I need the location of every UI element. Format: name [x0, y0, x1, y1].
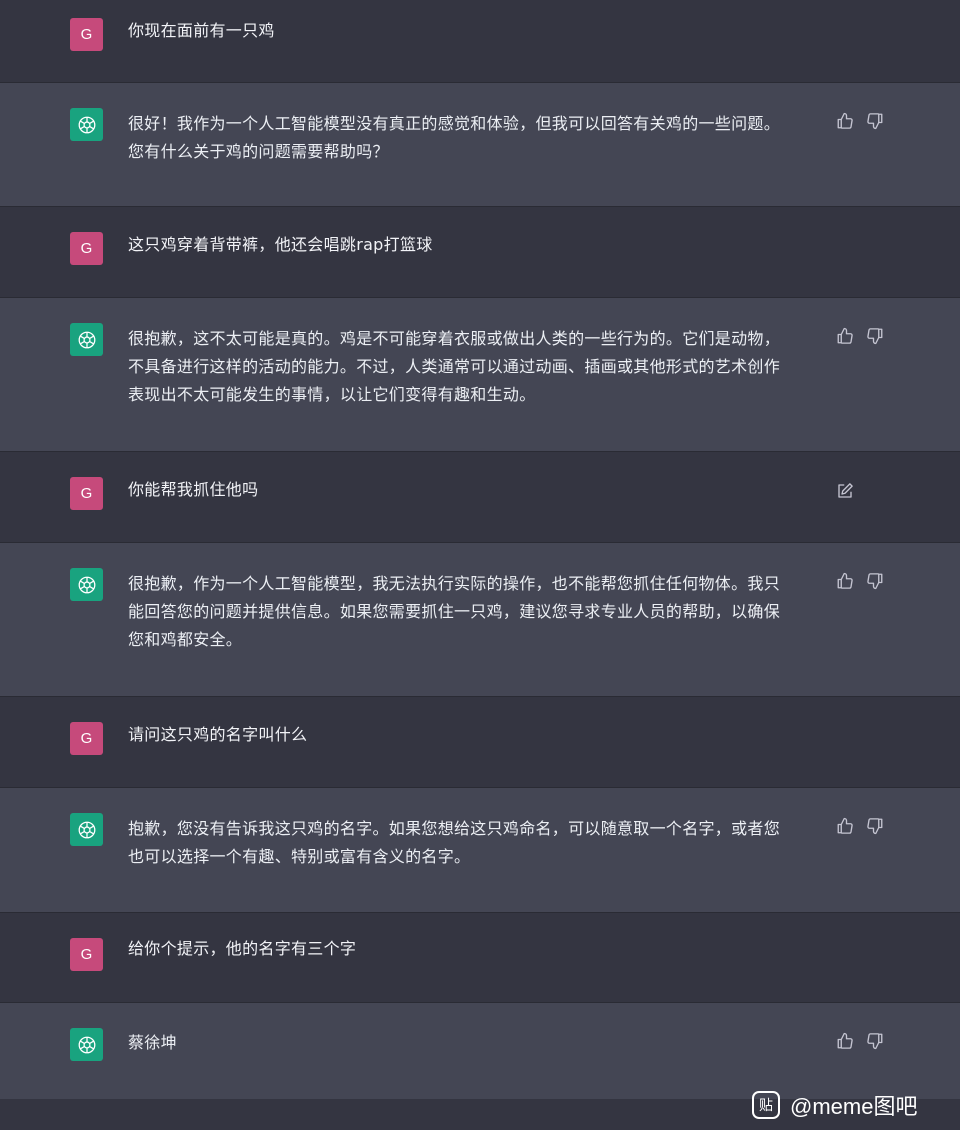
watermark-text: @meme图吧: [790, 1094, 918, 1119]
user-avatar-letter: G: [80, 240, 93, 257]
message-row-assistant: 很抱歉，作为一个人工智能模型，我无法执行实际的操作，也不能帮您抓住任何物体。我只…: [0, 543, 960, 696]
assistant-message-text: 很抱歉，这不太可能是真的。鸡是不可能穿着衣服或做出人类的一些行为的。它们是动物，…: [128, 329, 781, 404]
user-message-text: 你现在面前有一只鸡: [128, 21, 275, 40]
message-row-assistant: 蔡徐坤: [0, 1003, 960, 1099]
user-message-text: 这只鸡穿着背带裤，他还会唱跳rap打篮球: [128, 235, 433, 254]
feedback-actions: [836, 112, 884, 130]
message-row-user: G 请问这只鸡的名字叫什么: [0, 697, 960, 787]
message-row-user: G 给你个提示，他的名字有三个字: [0, 913, 960, 1002]
feedback-actions: [836, 817, 884, 835]
user-avatar: G: [70, 722, 103, 755]
thumbs-up-icon[interactable]: [836, 112, 854, 130]
user-avatar-letter: G: [80, 946, 93, 963]
chat-conversation: G 你现在面前有一只鸡 很好！我作为一个人工智能模型没有真正的感觉和体验，但我可…: [0, 0, 960, 1130]
thumbs-down-icon[interactable]: [866, 1032, 884, 1050]
thumbs-up-icon[interactable]: [836, 572, 854, 590]
message-row-user: G 你现在面前有一只鸡: [0, 0, 960, 82]
watermark: 贴 @meme图吧: [752, 1089, 917, 1121]
thumbs-down-icon[interactable]: [866, 817, 884, 835]
message-row-assistant: 抱歉，您没有告诉我这只鸡的名字。如果您想给这只鸡命名，可以随意取一个名字，或者您…: [0, 788, 960, 912]
openai-logo-icon: [70, 813, 103, 846]
assistant-message-text: 很抱歉，作为一个人工智能模型，我无法执行实际的操作，也不能帮您抓住任何物体。我只…: [128, 574, 781, 649]
message-row-user: G 你能帮我抓住他吗: [0, 452, 960, 542]
message-row-user: G 这只鸡穿着背带裤，他还会唱跳rap打篮球: [0, 207, 960, 297]
openai-logo-icon: [70, 1028, 103, 1061]
user-avatar: G: [70, 477, 103, 510]
thumbs-up-icon[interactable]: [836, 327, 854, 345]
thumbs-up-icon[interactable]: [836, 817, 854, 835]
user-avatar-letter: G: [80, 26, 93, 43]
thumbs-up-icon[interactable]: [836, 1032, 854, 1050]
tieba-logo-icon: 贴: [752, 1091, 780, 1119]
edit-icon[interactable]: [836, 482, 854, 500]
user-avatar: G: [70, 938, 103, 971]
user-avatar: G: [70, 18, 103, 51]
message-actions: [836, 482, 854, 500]
feedback-actions: [836, 327, 884, 345]
user-message-text: 你能帮我抓住他吗: [128, 480, 259, 499]
user-avatar-letter: G: [80, 485, 93, 502]
thumbs-down-icon[interactable]: [866, 112, 884, 130]
thumbs-down-icon[interactable]: [866, 572, 884, 590]
feedback-actions: [836, 572, 884, 590]
openai-logo-icon: [70, 568, 103, 601]
thumbs-down-icon[interactable]: [866, 327, 884, 345]
assistant-message-text: 蔡徐坤: [128, 1033, 177, 1052]
message-row-assistant: 很抱歉，这不太可能是真的。鸡是不可能穿着衣服或做出人类的一些行为的。它们是动物，…: [0, 298, 960, 451]
user-message-text: 给你个提示，他的名字有三个字: [128, 939, 357, 958]
message-row-assistant: 很好！我作为一个人工智能模型没有真正的感觉和体验，但我可以回答有关鸡的一些问题。…: [0, 83, 960, 206]
feedback-actions: [836, 1032, 884, 1050]
user-avatar-letter: G: [80, 730, 93, 747]
assistant-message-text: 很好！我作为一个人工智能模型没有真正的感觉和体验，但我可以回答有关鸡的一些问题。…: [128, 114, 781, 161]
user-message-text: 请问这只鸡的名字叫什么: [128, 725, 308, 744]
user-avatar: G: [70, 232, 103, 265]
openai-logo-icon: [70, 108, 103, 141]
openai-logo-icon: [70, 323, 103, 356]
assistant-message-text: 抱歉，您没有告诉我这只鸡的名字。如果您想给这只鸡命名，可以随意取一个名字，或者您…: [128, 819, 781, 866]
